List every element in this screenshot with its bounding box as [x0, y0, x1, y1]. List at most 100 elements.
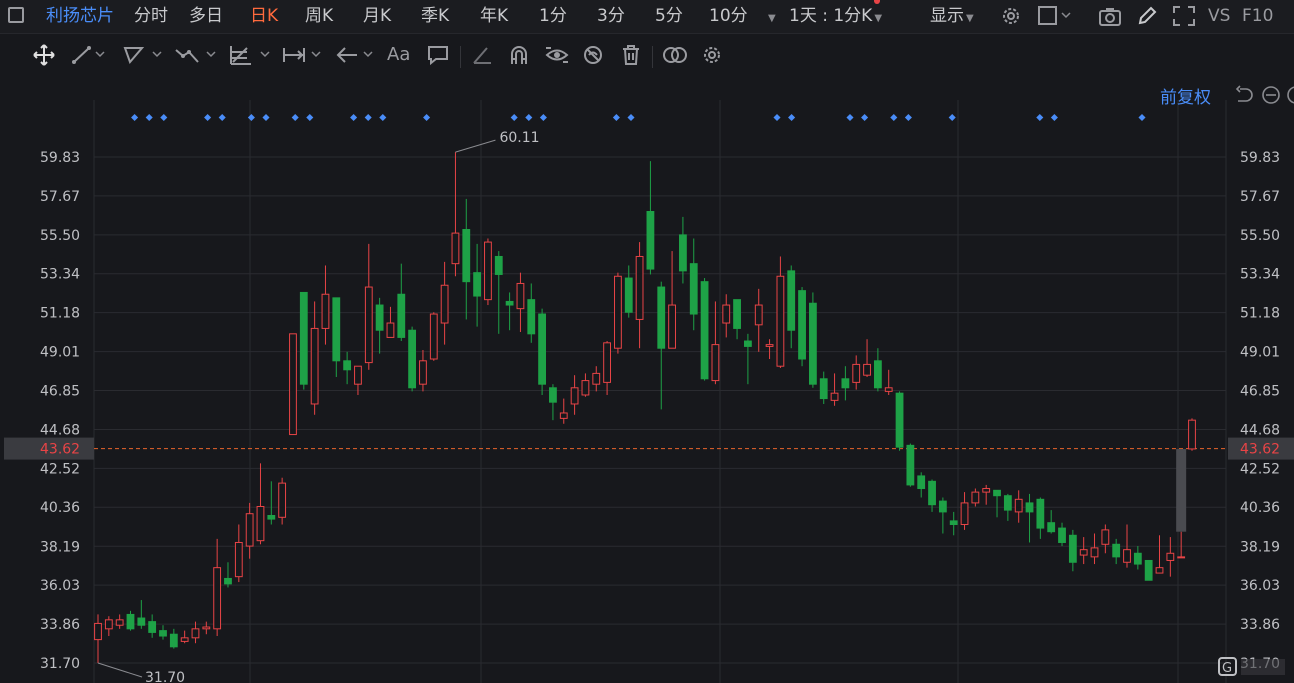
comment-icon[interactable]: [427, 44, 449, 66]
candle-body: [126, 613, 135, 630]
period-tab-2[interactable]: 日K: [250, 6, 278, 26]
candle-body: [451, 232, 460, 265]
y-tick-label-left: 36.03: [40, 578, 80, 594]
event-marker: [364, 113, 372, 122]
event-marker: [525, 113, 533, 122]
candle-body: [938, 500, 947, 513]
drawing-toolbar: Aa: [0, 34, 1294, 76]
sidebar-toggle-icon[interactable]: [8, 7, 24, 23]
candle-body: [1079, 549, 1088, 556]
f10-button[interactable]: F10: [1242, 6, 1273, 26]
last-session-bar: [1176, 448, 1187, 532]
period-tab-1[interactable]: 多日: [189, 6, 223, 26]
candle-body: [310, 327, 319, 405]
text-icon[interactable]: Aa: [387, 44, 410, 66]
trash-icon[interactable]: [620, 44, 642, 66]
undo-icon[interactable]: [1234, 85, 1254, 109]
candle-body: [614, 275, 622, 349]
candle-body: [1177, 556, 1186, 559]
candle-body: [505, 300, 514, 306]
period-tab-6[interactable]: 年K: [480, 6, 508, 26]
event-marker: [160, 113, 168, 122]
candle-body: [808, 302, 817, 385]
candle-body: [765, 344, 774, 347]
candle-body: [776, 275, 785, 367]
period-tab-4[interactable]: 月K: [363, 6, 391, 26]
candle-body: [754, 304, 763, 326]
candle-body: [884, 387, 893, 392]
candle-body: [148, 621, 157, 633]
arrow-icon[interactable]: [335, 44, 377, 66]
move-icon[interactable]: [33, 44, 55, 66]
eye-icon[interactable]: [545, 44, 569, 66]
period-tab-10[interactable]: 10分: [709, 6, 748, 26]
candle-body: [1155, 567, 1164, 574]
zoom-out-icon[interactable]: [1261, 85, 1281, 109]
measure-icon[interactable]: [282, 44, 324, 66]
interval-select-label: 1天 : 1分K: [789, 6, 873, 26]
period-tab-8[interactable]: 3分: [597, 6, 625, 26]
candle-body: [1025, 502, 1034, 513]
event-marker: [291, 113, 299, 122]
settings-gear-icon[interactable]: [1000, 5, 1022, 32]
y-tick-label-right: 51.18: [1240, 306, 1280, 322]
interval-select[interactable]: 1天 : 1分K ▼: [789, 6, 882, 29]
event-marker: [890, 113, 898, 122]
low-annotation-line: [97, 662, 143, 678]
notification-dot: [874, 0, 880, 4]
high-price-label: 60.11: [499, 130, 539, 146]
event-marker: [904, 113, 912, 122]
more-periods-icon[interactable]: ▼: [766, 6, 776, 29]
period-tab-9[interactable]: 5分: [655, 6, 683, 26]
toolbar-separator: [460, 46, 461, 68]
event-marker: [773, 113, 781, 122]
display-dropdown[interactable]: 显示 ▼: [930, 6, 974, 29]
candle-body: [559, 412, 568, 419]
candle-body: [375, 304, 384, 331]
candle-body: [668, 304, 676, 349]
line-icon[interactable]: [71, 44, 107, 66]
candlestick-chart[interactable]: 59.83 59.83 57.67 57.67 55.50 55.50 53.34 53.34…: [0, 0, 1294, 683]
y-tick-label-left: 49.01: [40, 345, 80, 361]
gear-icon[interactable]: [701, 44, 723, 66]
fullscreen-icon[interactable]: [1172, 5, 1196, 32]
candle-body: [462, 228, 471, 283]
magnet-icon[interactable]: [508, 44, 530, 66]
candle-body: [256, 506, 265, 542]
candle-body: [1014, 498, 1023, 513]
candle-body: [1090, 547, 1099, 558]
camera-icon[interactable]: [1098, 5, 1122, 32]
fibonacci-icon[interactable]: [229, 44, 271, 66]
y-tick-label-left: 33.86: [40, 617, 80, 633]
ruler-icon[interactable]: [471, 44, 493, 66]
candle-body: [917, 475, 926, 490]
y-tick-label-left: 44.68: [40, 423, 80, 439]
polyline-icon[interactable]: [122, 44, 164, 66]
layout-icon[interactable]: [1038, 5, 1072, 32]
candle-body: [180, 637, 189, 642]
period-tab-0[interactable]: 分时: [134, 6, 168, 26]
candle-body: [993, 489, 1001, 497]
candle-body: [635, 255, 644, 320]
candle-body: [234, 541, 243, 578]
y-tick-label-right: 42.52: [1240, 461, 1280, 477]
event-marker: [423, 113, 431, 122]
period-tab-3[interactable]: 周K: [305, 6, 333, 26]
y-tick-label-left: 40.36: [40, 500, 80, 516]
candle-body: [928, 480, 936, 506]
adjust-mode-button[interactable]: 前复权: [1160, 83, 1211, 108]
y-tick-label-right: 44.68: [1240, 423, 1280, 439]
candle-body: [1068, 534, 1077, 563]
y-tick-label-right: 55.50: [1240, 228, 1280, 244]
link-icon[interactable]: [662, 44, 688, 66]
wave-icon[interactable]: [174, 44, 218, 66]
candle-body: [787, 270, 796, 331]
hide-icon[interactable]: [582, 44, 604, 66]
stock-name[interactable]: 利扬芯片: [46, 6, 114, 26]
zoom-in-icon[interactable]: [1286, 85, 1294, 109]
period-tab-7[interactable]: 1分: [539, 6, 567, 26]
pencil-icon[interactable]: [1136, 5, 1158, 32]
vs-button[interactable]: VS: [1208, 6, 1230, 26]
candle-body: [1036, 498, 1045, 529]
period-tab-5[interactable]: 季K: [421, 6, 449, 26]
